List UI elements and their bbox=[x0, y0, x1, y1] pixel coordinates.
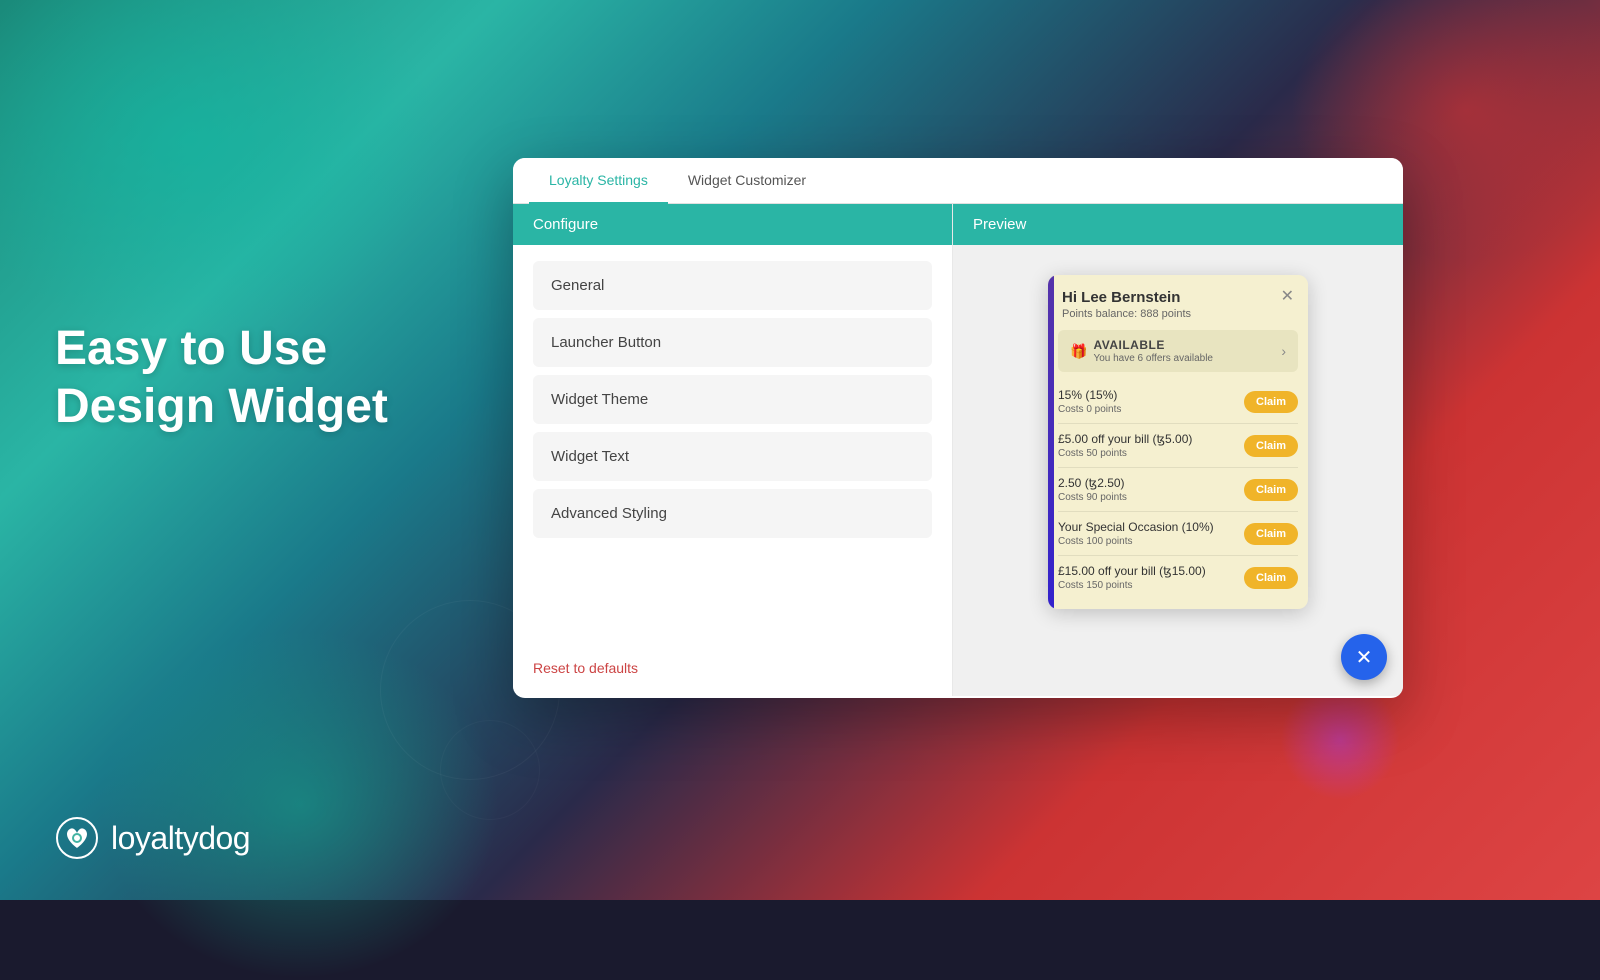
offer-row-0: 15% (15%) Costs 0 points Claim bbox=[1058, 380, 1298, 424]
widget-header: Hi Lee Bernstein Points balance: 888 poi… bbox=[1048, 275, 1308, 330]
offer-cost-4: Costs 150 points bbox=[1058, 580, 1244, 591]
offer-cost-2: Costs 90 points bbox=[1058, 492, 1244, 503]
float-close-button[interactable]: ✕ bbox=[1341, 634, 1387, 680]
claim-button-3[interactable]: Claim bbox=[1244, 523, 1298, 545]
hero-line2: Design Widget bbox=[55, 380, 388, 433]
offer-title-1: £5.00 off your bill (ꜩ5.00) bbox=[1058, 432, 1244, 446]
hero-line1: Easy to Use bbox=[55, 322, 327, 375]
configure-title: Configure bbox=[533, 216, 598, 233]
configure-panel: Configure General Launcher Button Widget… bbox=[513, 204, 953, 696]
offer-info-3: Your Special Occasion (10%) Costs 100 po… bbox=[1058, 520, 1244, 547]
widget-available-section[interactable]: 🎁 AVAILABLE You have 6 offers available … bbox=[1058, 330, 1298, 372]
available-sub: You have 6 offers available bbox=[1093, 353, 1213, 364]
menu-item-general[interactable]: General bbox=[533, 261, 932, 310]
menu-item-widget-theme[interactable]: Widget Theme bbox=[533, 375, 932, 424]
hero-section: Easy to Use Design Widget bbox=[55, 320, 388, 435]
tab-loyalty-settings[interactable]: Loyalty Settings bbox=[529, 158, 668, 204]
menu-item-advanced-styling[interactable]: Advanced Styling bbox=[533, 489, 932, 538]
offer-info-1: £5.00 off your bill (ꜩ5.00) Costs 50 poi… bbox=[1058, 432, 1244, 459]
available-left: 🎁 AVAILABLE You have 6 offers available bbox=[1070, 338, 1213, 364]
widget-preview: Hi Lee Bernstein Points balance: 888 poi… bbox=[1048, 275, 1308, 609]
tabs-bar: Loyalty Settings Widget Customizer bbox=[513, 158, 1403, 204]
blob-purple bbox=[1280, 680, 1400, 800]
offer-info-2: 2.50 (ꜩ2.50) Costs 90 points bbox=[1058, 476, 1244, 503]
preview-content: Hi Lee Bernstein Points balance: 888 poi… bbox=[953, 245, 1403, 696]
available-label: AVAILABLE bbox=[1093, 338, 1213, 352]
available-info: AVAILABLE You have 6 offers available bbox=[1093, 338, 1213, 364]
widget-accent-bar bbox=[1048, 275, 1054, 609]
offer-info-4: £15.00 off your bill (ꜩ15.00) Costs 150 … bbox=[1058, 564, 1244, 591]
offer-cost-1: Costs 50 points bbox=[1058, 448, 1244, 459]
logo: loyaltydog bbox=[55, 816, 250, 860]
preview-header: Preview bbox=[953, 204, 1403, 245]
claim-button-4[interactable]: Claim bbox=[1244, 567, 1298, 589]
offer-cost-0: Costs 0 points bbox=[1058, 404, 1244, 415]
offer-row-4: £15.00 off your bill (ꜩ15.00) Costs 150 … bbox=[1058, 556, 1298, 599]
claim-button-2[interactable]: Claim bbox=[1244, 479, 1298, 501]
float-close-icon: ✕ bbox=[1356, 645, 1373, 670]
preview-title: Preview bbox=[973, 216, 1026, 233]
offer-row-3: Your Special Occasion (10%) Costs 100 po… bbox=[1058, 512, 1298, 556]
widget-greeting-section: Hi Lee Bernstein Points balance: 888 poi… bbox=[1062, 289, 1191, 320]
gift-icon: 🎁 bbox=[1070, 343, 1087, 360]
offers-list: 15% (15%) Costs 0 points Claim £5.00 off… bbox=[1048, 380, 1308, 609]
logo-icon bbox=[55, 816, 99, 860]
offer-row-1: £5.00 off your bill (ꜩ5.00) Costs 50 poi… bbox=[1058, 424, 1298, 468]
tab-widget-customizer[interactable]: Widget Customizer bbox=[668, 158, 826, 204]
main-panel: Loyalty Settings Widget Customizer Confi… bbox=[513, 158, 1403, 698]
menu-item-widget-text[interactable]: Widget Text bbox=[533, 432, 932, 481]
widget-close-icon[interactable]: ✕ bbox=[1281, 289, 1294, 305]
claim-button-0[interactable]: Claim bbox=[1244, 391, 1298, 413]
offer-info-0: 15% (15%) Costs 0 points bbox=[1058, 388, 1244, 415]
widget-points-balance: Points balance: 888 points bbox=[1062, 308, 1191, 320]
offer-title-4: £15.00 off your bill (ꜩ15.00) bbox=[1058, 564, 1244, 578]
offer-cost-3: Costs 100 points bbox=[1058, 536, 1244, 547]
configure-header: Configure bbox=[513, 204, 952, 245]
panel-body: Configure General Launcher Button Widget… bbox=[513, 204, 1403, 696]
deco-circle-2 bbox=[440, 720, 540, 820]
logo-text: loyaltydog bbox=[111, 820, 250, 857]
chevron-right-icon: › bbox=[1281, 343, 1286, 359]
preview-panel: Preview Hi Lee Bernstein Points balance:… bbox=[953, 204, 1403, 696]
menu-list: General Launcher Button Widget Theme Wid… bbox=[513, 245, 952, 648]
claim-button-1[interactable]: Claim bbox=[1244, 435, 1298, 457]
offer-title-3: Your Special Occasion (10%) bbox=[1058, 520, 1244, 534]
offer-row-2: 2.50 (ꜩ2.50) Costs 90 points Claim bbox=[1058, 468, 1298, 512]
reset-defaults-link[interactable]: Reset to defaults bbox=[513, 648, 952, 696]
offer-title-2: 2.50 (ꜩ2.50) bbox=[1058, 476, 1244, 490]
menu-item-launcher-button[interactable]: Launcher Button bbox=[533, 318, 932, 367]
widget-greeting-text: Hi Lee Bernstein bbox=[1062, 289, 1191, 306]
offer-title-0: 15% (15%) bbox=[1058, 388, 1244, 402]
